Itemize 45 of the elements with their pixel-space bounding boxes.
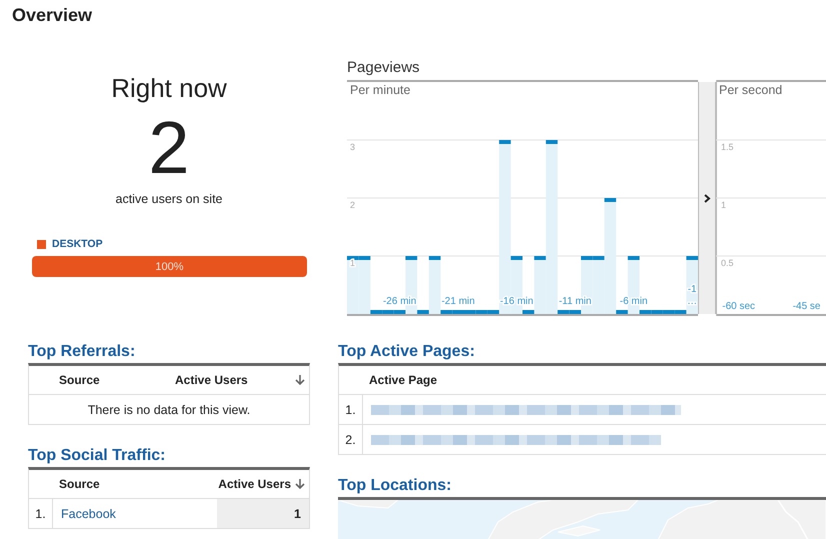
column-header[interactable]: Source (53, 477, 217, 491)
rank-cell: 2. (339, 425, 363, 454)
sort-arrow-icon[interactable] (295, 374, 305, 386)
share-reading: 100% (155, 260, 184, 272)
sort-arrow-icon[interactable] (295, 478, 305, 490)
x-tick-label: -11 min (558, 296, 592, 307)
chart-bar (358, 256, 370, 314)
y-tick-label: 1 (721, 200, 726, 210)
chart-label: Per minute (350, 83, 410, 97)
column-header[interactable]: Active Users (218, 477, 291, 491)
x-tick-label: -6 min (620, 296, 648, 307)
section-title: Top Social Traffic: (28, 446, 166, 466)
chart-bar (428, 256, 441, 314)
expand-chevron-icon[interactable] (704, 194, 710, 202)
active-user-count: 2 (148, 110, 190, 186)
page-title: Overview (11, 4, 94, 27)
x-tick-label: -1 … (687, 284, 698, 307)
column-header[interactable]: Active Users (175, 373, 248, 387)
y-tick-label: 3 (350, 142, 356, 152)
rank-cell: 1. (339, 395, 363, 424)
source-link[interactable]: Facebook (53, 499, 217, 528)
section-title: Top Locations: (338, 476, 452, 496)
x-tick-label: -21 min (441, 296, 475, 307)
x-tick-label: -26 min (382, 296, 416, 307)
empty-message: There is no data for this view. (29, 395, 309, 425)
legend-label: DESKTOP (52, 238, 103, 250)
chart-bar (686, 256, 698, 314)
x-tick-label: -45 se (792, 301, 820, 312)
caption: active users on site (116, 192, 222, 206)
y-tick-label: 2 (350, 200, 356, 210)
column-header[interactable]: Active Page (363, 373, 826, 387)
panel-title: Right now (111, 72, 227, 104)
x-tick-label: -16 min (500, 296, 534, 307)
chart-title: Pageviews (347, 58, 421, 78)
y-tick-label: 1.5 (721, 142, 734, 152)
rank-cell: 1. (29, 499, 53, 528)
chart-label: Per second (719, 83, 782, 97)
chart-bar (347, 256, 359, 314)
y-tick-label: 0.5 (721, 258, 734, 268)
section-title: Top Referrals: (28, 342, 136, 362)
x-tick-label: -60 sec (722, 301, 756, 312)
section-title: Top Active Pages: (338, 342, 476, 362)
column-header[interactable]: Source (53, 373, 173, 387)
y-tick-label: 1 (350, 258, 356, 268)
value-cell: 1 (217, 499, 309, 528)
